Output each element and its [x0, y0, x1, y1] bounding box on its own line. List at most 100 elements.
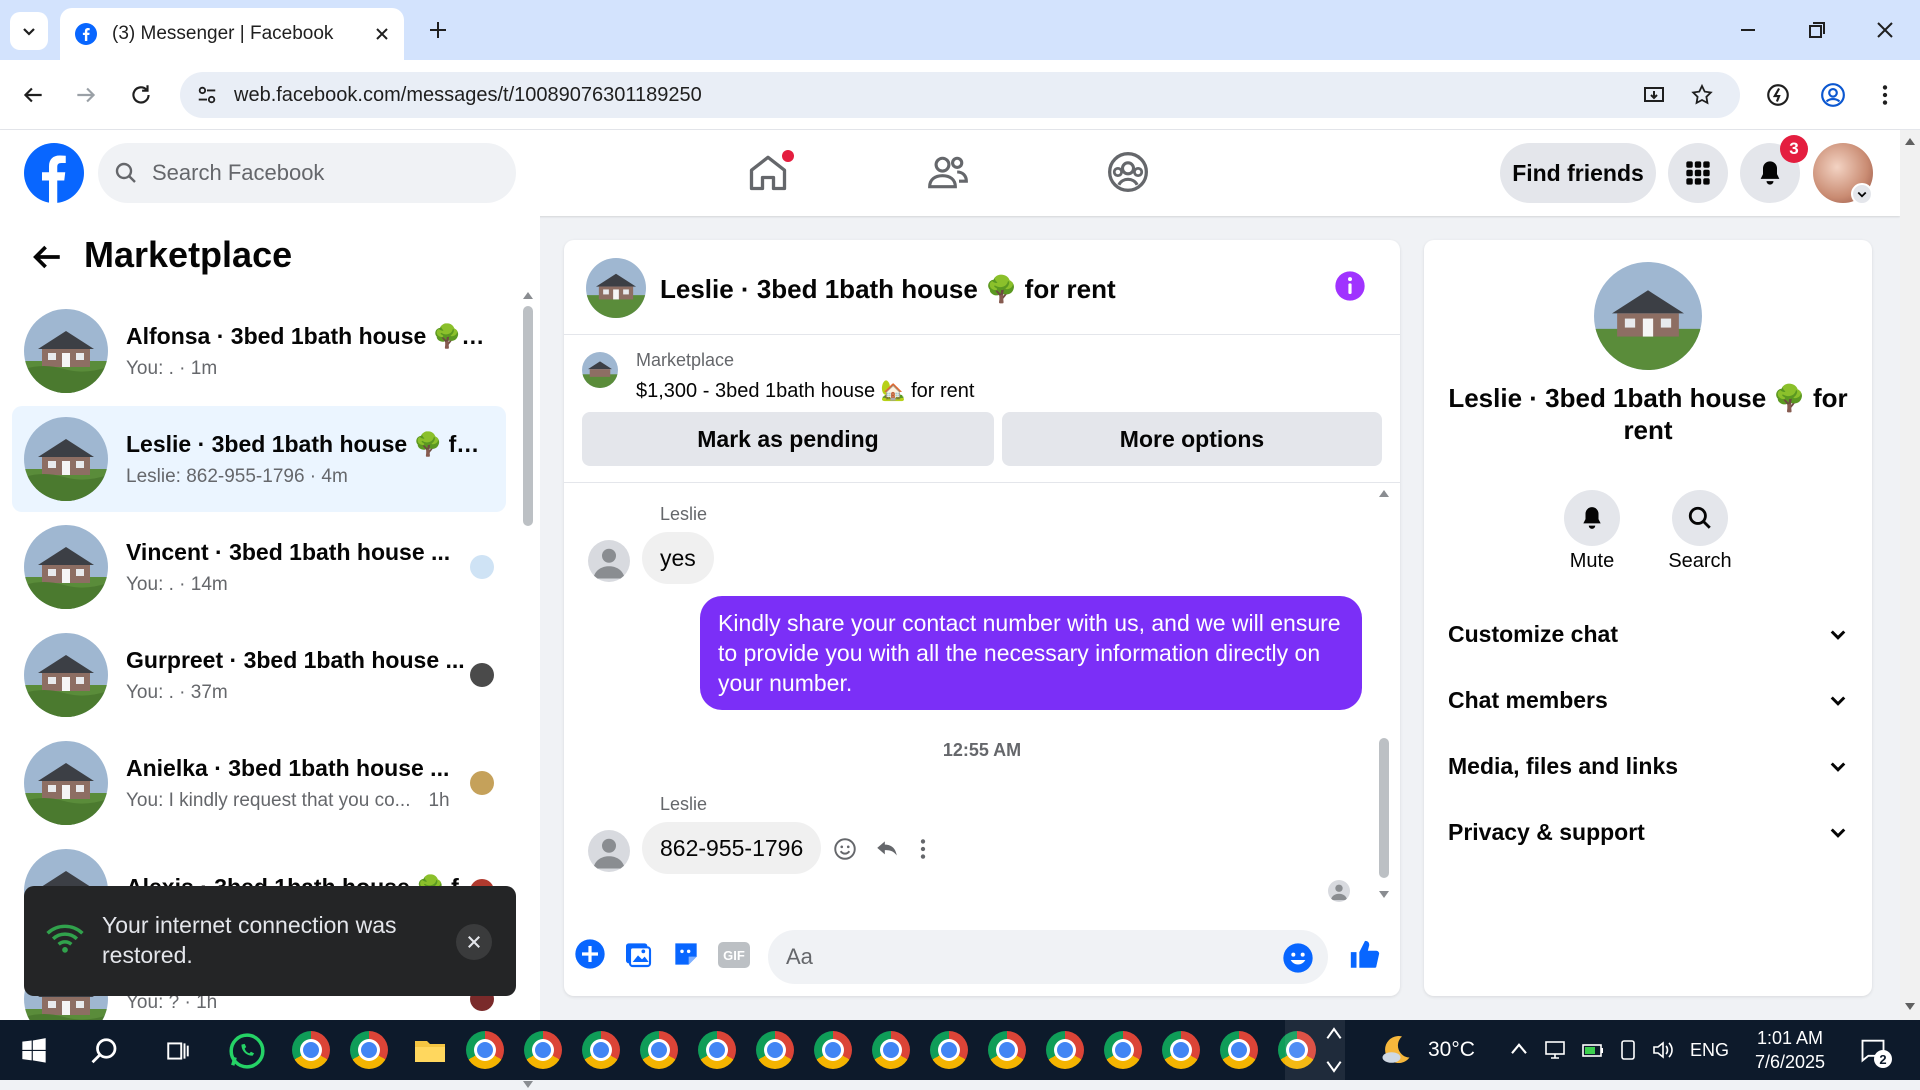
site-info-icon[interactable] — [196, 84, 218, 106]
scroll-down-icon[interactable] — [1904, 1002, 1916, 1012]
task-view-icon[interactable] — [164, 1038, 192, 1064]
info-icon[interactable] — [1334, 270, 1366, 302]
messages-scroll-thumb[interactable] — [1379, 738, 1389, 878]
file-explorer-icon[interactable] — [412, 1032, 448, 1068]
chrome-taskbar-icon[interactable] — [578, 1027, 624, 1073]
nav-home[interactable] — [746, 150, 794, 194]
listing-thumbnail[interactable] — [582, 352, 618, 388]
chrome-taskbar-icon[interactable] — [752, 1027, 798, 1073]
install-app-icon[interactable] — [1642, 83, 1666, 107]
sender-avatar[interactable] — [588, 830, 630, 872]
menu-button[interactable] — [1668, 143, 1728, 203]
bookmark-star-icon[interactable] — [1690, 83, 1714, 107]
mute-button[interactable] — [1564, 490, 1620, 546]
groups-icon[interactable] — [1106, 150, 1150, 194]
more-options-button[interactable]: More options — [1002, 412, 1382, 466]
sticker-icon[interactable] — [670, 938, 702, 970]
chrome-taskbar-icon[interactable] — [984, 1027, 1030, 1073]
thumbs-up-icon[interactable] — [1348, 938, 1382, 972]
chrome-taskbar-icon[interactable] — [1042, 1027, 1088, 1073]
close-tab-icon[interactable] — [374, 26, 390, 42]
minimize-icon[interactable] — [1736, 18, 1760, 42]
chrome-taskbar-icon[interactable] — [520, 1027, 566, 1073]
chrome-taskbar-icon[interactable] — [288, 1027, 334, 1073]
chrome-taskbar-icon[interactable] — [1216, 1027, 1262, 1073]
show-hidden-icons-icon[interactable] — [1510, 1042, 1528, 1056]
browser-menu-icon[interactable] — [1875, 82, 1895, 108]
back-icon[interactable] — [20, 82, 46, 108]
details-section[interactable]: Customize chat — [1448, 606, 1848, 662]
search-facebook-input[interactable]: Search Facebook — [98, 143, 516, 203]
new-tab-icon[interactable] — [426, 18, 450, 42]
tab-search-button[interactable] — [10, 12, 48, 50]
incoming-message-bubble[interactable]: yes — [642, 532, 714, 584]
taskbar-scroll-down-icon[interactable] — [1326, 1060, 1342, 1074]
details-section[interactable]: Privacy & support — [1448, 804, 1848, 860]
chrome-taskbar-icon[interactable] — [868, 1027, 914, 1073]
friends-icon[interactable] — [926, 150, 970, 194]
page-scrollbar[interactable] — [1900, 130, 1920, 1020]
scroll-up-icon[interactable] — [522, 290, 534, 300]
conversation-list-scrollbar[interactable] — [520, 290, 536, 1088]
details-section[interactable]: Media, files and links — [1448, 738, 1848, 794]
mark-as-pending-button[interactable]: Mark as pending — [582, 412, 994, 466]
chrome-taskbar-icon[interactable] — [810, 1027, 856, 1073]
volume-icon[interactable] — [1650, 1038, 1676, 1062]
restore-icon[interactable] — [1805, 18, 1829, 42]
weather-moon-icon[interactable] — [1378, 1032, 1414, 1068]
taskbar-scroll-up-icon[interactable] — [1326, 1026, 1342, 1040]
address-bar[interactable]: web.facebook.com/messages/t/100890763011… — [180, 72, 1740, 118]
reload-icon[interactable] — [128, 82, 154, 108]
account-chevron[interactable] — [1851, 183, 1873, 205]
chrome-taskbar-icon[interactable] — [346, 1027, 392, 1073]
conversation-item[interactable]: Gurpreet · 3bed 1bath house ... You: . · … — [12, 622, 506, 728]
weather-temp[interactable]: 30°C — [1428, 1038, 1475, 1062]
outgoing-message-bubble[interactable]: Kindly share your contact number with us… — [700, 596, 1362, 710]
whatsapp-icon[interactable] — [228, 1032, 266, 1070]
clock[interactable]: 1:01 AM 7/6/2025 — [1740, 1026, 1840, 1074]
facebook-logo-icon[interactable] — [24, 143, 84, 203]
scroll-up-icon[interactable] — [1904, 136, 1916, 146]
scroll-down-icon[interactable] — [1378, 890, 1390, 900]
back-arrow-icon[interactable] — [30, 240, 64, 274]
chrome-taskbar-icon[interactable] — [926, 1027, 972, 1073]
conversation-item[interactable]: Anielka · 3bed 1bath house ... You: I kin… — [12, 730, 506, 836]
react-emoji-icon[interactable] — [832, 836, 858, 862]
chat-title[interactable]: Leslie · 3bed 1bath house 🌳 for rent — [660, 274, 1116, 305]
chrome-taskbar-icon[interactable] — [1158, 1027, 1204, 1073]
listing-text[interactable]: $1,300 - 3bed 1bath house 🏡 for rent — [636, 378, 974, 403]
chrome-taskbar-icon[interactable] — [462, 1027, 508, 1073]
chrome-taskbar-icon[interactable] — [1100, 1027, 1146, 1073]
input-language[interactable]: ENG — [1690, 1040, 1729, 1061]
forward-icon[interactable] — [73, 82, 99, 108]
conversation-item[interactable]: Alfonsa · 3bed 1bath house 🌳 f... You: . … — [12, 298, 506, 404]
toast-close-button[interactable] — [456, 924, 492, 960]
scroll-down-icon[interactable] — [522, 1080, 534, 1090]
search-conversation-button[interactable] — [1672, 490, 1728, 546]
find-friends-button[interactable]: Find friends — [1500, 143, 1656, 203]
more-actions-icon[interactable] — [916, 836, 930, 862]
details-avatar[interactable] — [1594, 262, 1702, 370]
reply-icon[interactable] — [874, 836, 900, 862]
chrome-taskbar-icon[interactable] — [636, 1027, 682, 1073]
device-icon[interactable] — [1616, 1038, 1640, 1062]
add-plus-icon[interactable] — [574, 938, 606, 970]
message-input[interactable]: Aa — [768, 930, 1328, 984]
incoming-message-bubble[interactable]: 862-955-1796 — [642, 822, 822, 874]
emoji-icon[interactable] — [1282, 942, 1314, 974]
conversation-item[interactable]: Vincent · 3bed 1bath house ... You: . · 1… — [12, 514, 506, 620]
battery-icon[interactable] — [1580, 1038, 1606, 1062]
network-icon[interactable] — [1542, 1038, 1568, 1062]
taskbar-search-icon[interactable] — [90, 1036, 120, 1066]
gif-button[interactable]: GIF — [718, 942, 750, 968]
scroll-thumb[interactable] — [523, 306, 533, 526]
sender-avatar[interactable] — [588, 540, 630, 582]
scroll-up-icon[interactable] — [1378, 488, 1390, 498]
conversation-item[interactable]: Leslie · 3bed 1bath house 🌳 for ... Lesli… — [12, 406, 506, 512]
browser-tab-active[interactable]: (3) Messenger | Facebook — [60, 8, 404, 60]
profile-icon[interactable] — [1820, 82, 1846, 108]
chat-header-avatar[interactable] — [586, 258, 646, 318]
windows-start-icon[interactable] — [20, 1037, 48, 1065]
performance-icon[interactable] — [1765, 82, 1791, 108]
close-window-icon[interactable] — [1873, 18, 1897, 42]
